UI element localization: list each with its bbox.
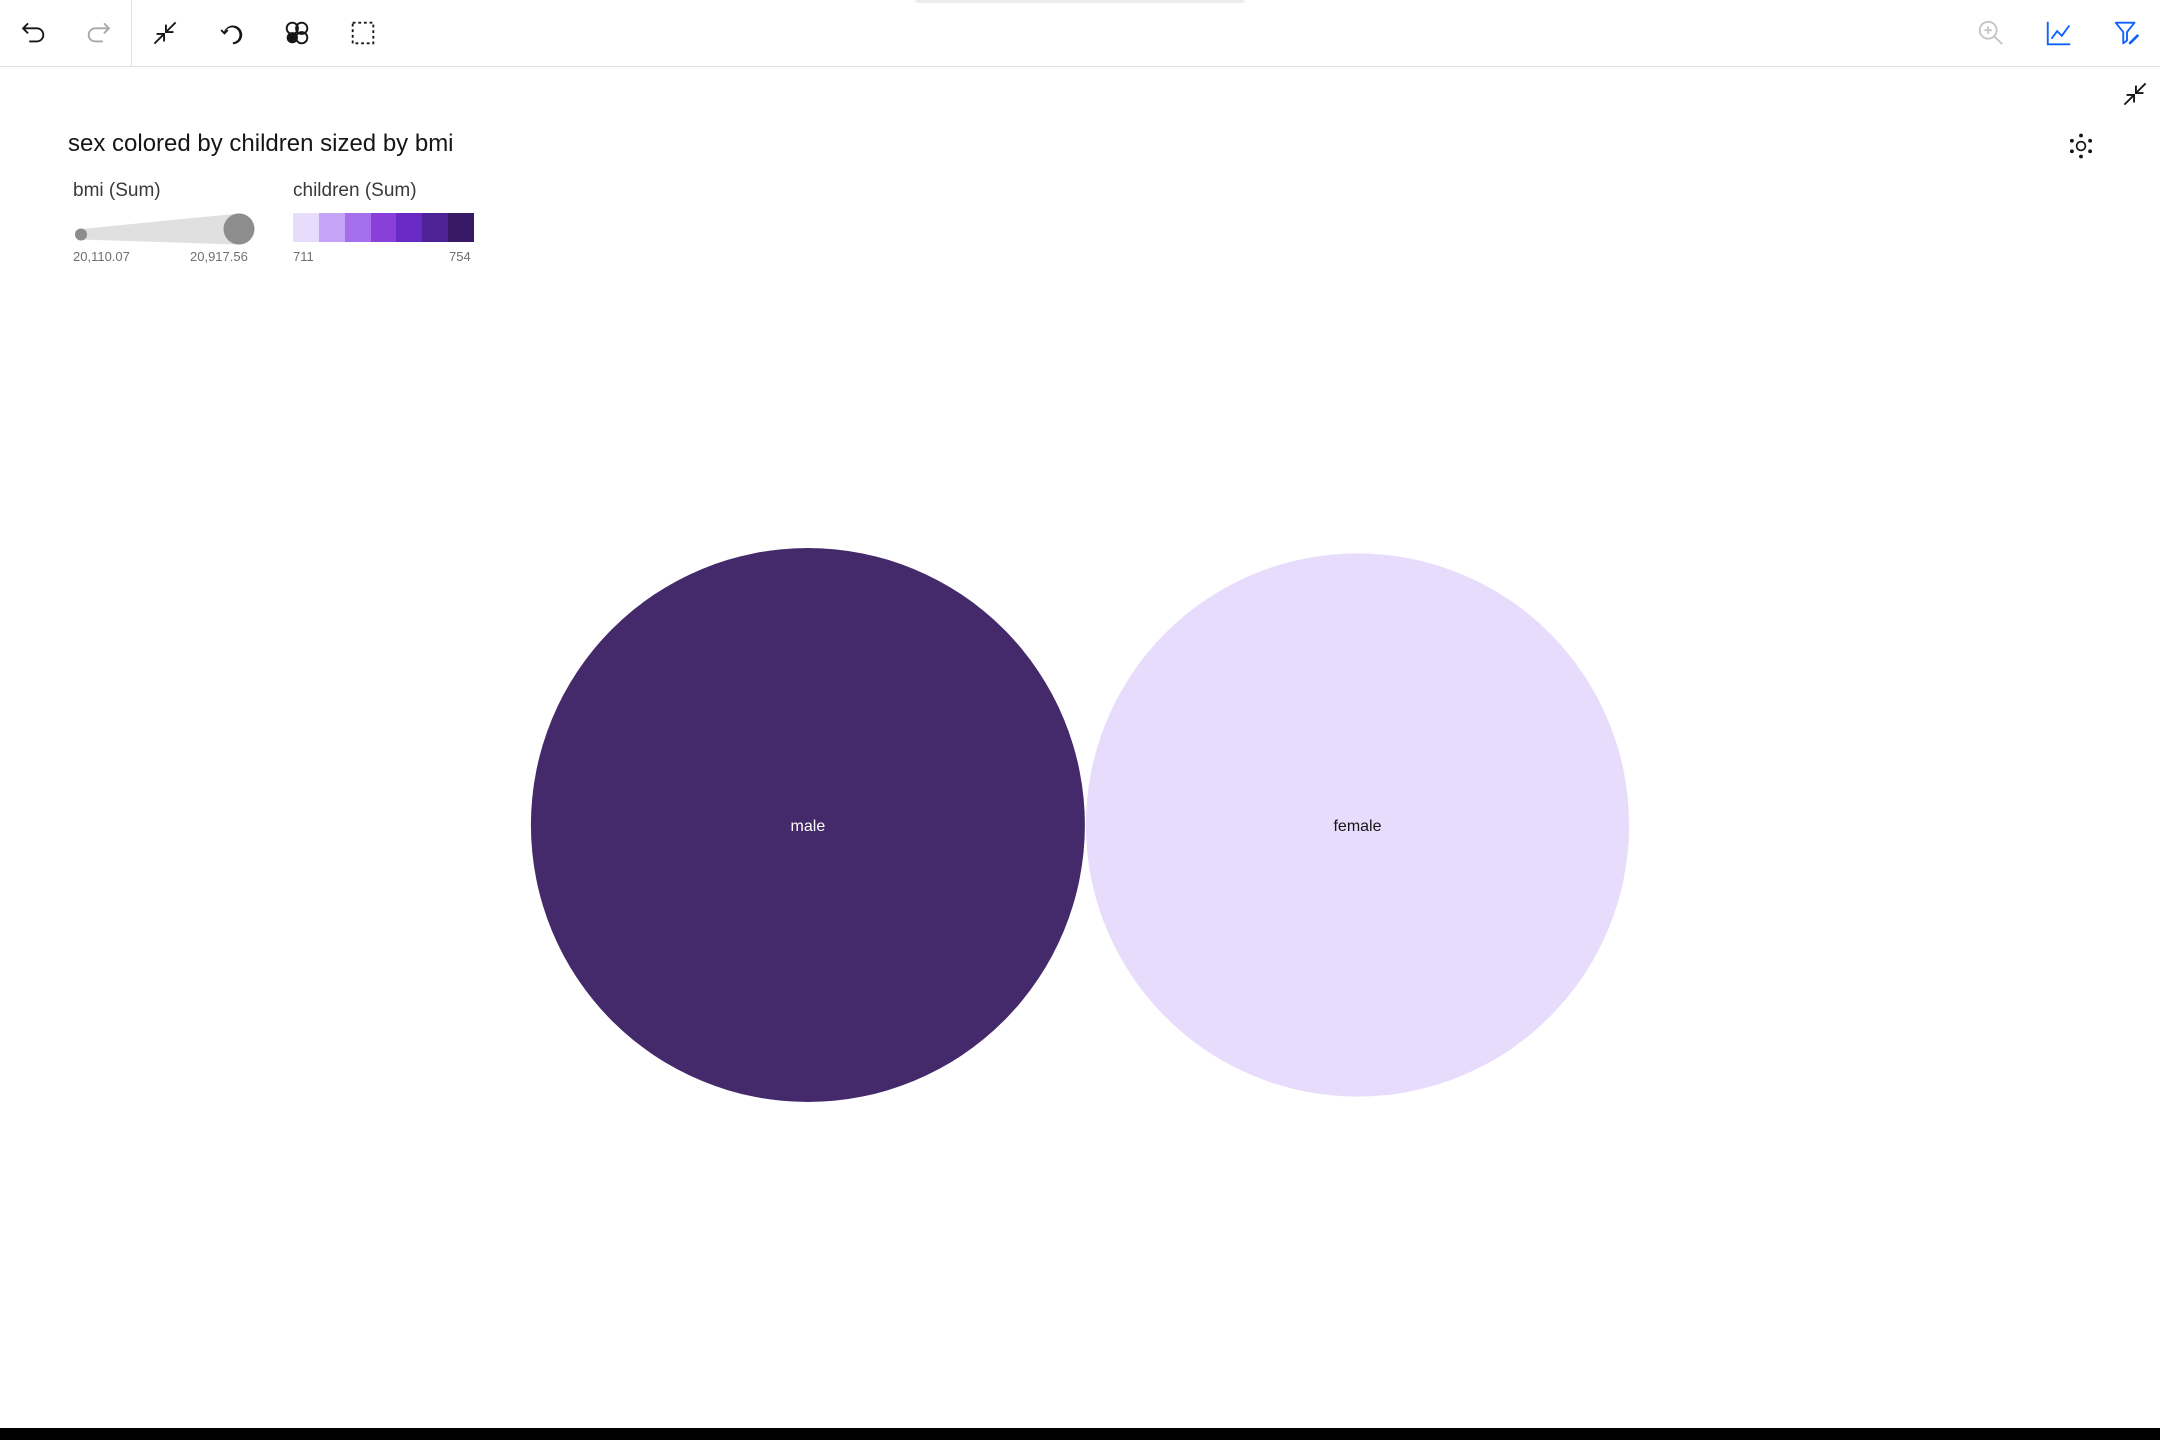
- bubble-label: female: [1333, 818, 1381, 835]
- bottom-bar: [0, 1428, 2160, 1440]
- bubble-plot: male female: [530, 548, 1630, 1102]
- bubble-label: male: [791, 818, 826, 835]
- bubble-male[interactable]: male: [530, 548, 1085, 1102]
- bubble-female[interactable]: female: [1085, 553, 1630, 1097]
